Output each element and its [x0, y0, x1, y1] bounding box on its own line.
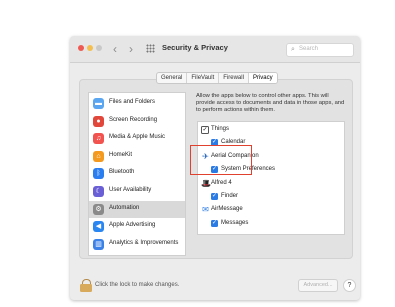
privacy-category-list[interactable]: ▬ Files and Folders ● Screen Recording ♫ Medi… — [88, 92, 186, 256]
chart-icon: ▥ — [93, 238, 104, 250]
gear-icon: ⚙ — [93, 203, 104, 215]
sidebar-item-label: Analytics & Improvements — [109, 239, 179, 246]
lock-icon[interactable] — [80, 279, 92, 292]
automation-app-list[interactable]: ✓ Things ✓ Calendar ✈ Aerial Companion ✓ System… — [197, 121, 345, 235]
advanced-button[interactable]: Advanced... — [298, 279, 338, 292]
airmessage-highlight-box — [190, 145, 252, 175]
sidebar-item-label: Bluetooth — [109, 169, 135, 176]
forward-arrow-icon[interactable]: › — [129, 41, 133, 57]
music-icon: ♫ — [93, 133, 104, 145]
sidebar-item-user-availability[interactable]: ☾ User Availability — [89, 183, 185, 200]
window-title: Security & Privacy — [162, 43, 228, 52]
tab-filevault[interactable]: FileVault — [187, 73, 220, 83]
sidebar-item-screen-recording[interactable]: ● Screen Recording — [89, 113, 185, 130]
sidebar-item-label: Files and Folders — [109, 99, 156, 105]
home-icon: ⌂ — [93, 150, 104, 162]
megaphone-icon: ◀ — [93, 221, 104, 233]
tab-bar: General FileVault Firewall Privacy — [156, 72, 278, 84]
sidebar-item-apple-advertising[interactable]: ◀ Apple Advertising — [89, 218, 185, 235]
show-all-grid-icon[interactable] — [146, 44, 155, 53]
sidebar-item-label: Media & Apple Music — [109, 134, 166, 141]
sidebar-item-label: Screen Recording — [109, 116, 158, 123]
checkbox[interactable]: ✓ — [201, 126, 209, 134]
minimize-window-button[interactable] — [87, 45, 93, 51]
sidebar-item-bluetooth[interactable]: ᛒ Bluetooth — [89, 165, 185, 182]
sidebar-item-analytics-improvements[interactable]: ▥ Analytics & Improvements — [89, 236, 185, 253]
sidebar-item-automation[interactable]: ⚙ Automation — [89, 200, 185, 218]
back-arrow-icon[interactable]: ‹ — [113, 41, 117, 57]
help-button[interactable]: ? — [343, 279, 356, 292]
tab-general[interactable]: General — [157, 73, 188, 83]
moon-icon: ☾ — [93, 186, 104, 197]
app-label: Things — [211, 126, 230, 132]
close-window-button[interactable] — [78, 45, 84, 51]
sidebar-item-label: Apple Advertising — [109, 222, 156, 229]
checkbox[interactable]: ✓ — [211, 193, 218, 200]
record-icon: ● — [93, 115, 104, 127]
sidebar-item-homekit[interactable]: ⌂ HomeKit — [89, 148, 185, 165]
sidebar-item-files-and-folders[interactable]: ▬ Files and Folders — [89, 95, 185, 112]
bottom-bar: Click the lock to make changes. Advanced… — [70, 272, 360, 300]
folder-icon: ▬ — [93, 98, 104, 109]
app-label: AirMessage — [211, 206, 243, 213]
tab-privacy[interactable]: Privacy — [248, 73, 277, 83]
checkbox[interactable]: ✓ — [211, 219, 218, 227]
title-bar: ‹ › Security & Privacy ⌕ Search — [70, 36, 360, 63]
app-label: Messages — [221, 219, 249, 226]
sidebar-item-label: HomeKit — [109, 151, 133, 158]
lock-hint-text: Click the lock to make changes. — [95, 282, 180, 288]
alfred-icon: 🎩 — [201, 178, 211, 188]
zoom-window-button[interactable] — [96, 45, 102, 51]
search-placeholder: Search — [299, 46, 319, 52]
search-field[interactable]: ⌕ Search — [286, 43, 354, 57]
airmessage-icon: ✉ — [202, 205, 209, 215]
security-privacy-window: ‹ › Security & Privacy ⌕ Search ▬ Files a… — [70, 36, 360, 300]
sidebar-item-label: Automation — [109, 204, 140, 211]
app-label: Finder — [221, 193, 239, 199]
sidebar-item-media-apple-music[interactable]: ♫ Media & Apple Music — [89, 130, 185, 147]
app-label: Alfred 4 — [211, 179, 232, 186]
magnifier-icon: ⌕ — [291, 46, 295, 53]
sidebar-item-label: User Availability — [109, 187, 152, 193]
bluetooth-icon: ᛒ — [93, 168, 104, 180]
automation-description: Allow the apps below to control other ap… — [196, 93, 345, 113]
tab-firewall[interactable]: Firewall — [219, 73, 249, 83]
